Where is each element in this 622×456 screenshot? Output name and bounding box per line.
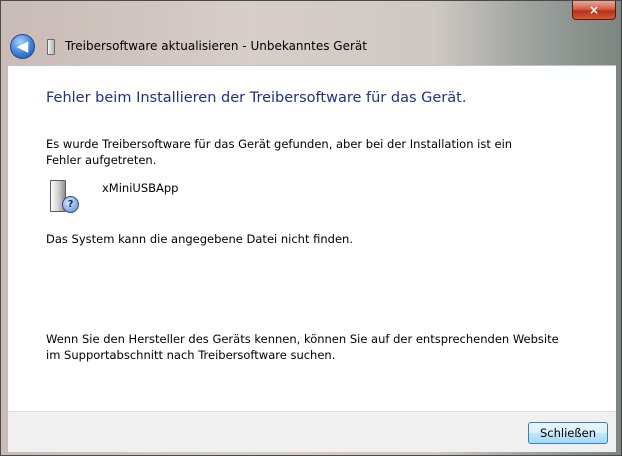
error-message: Es wurde Treibersoftware für das Gerät g…: [46, 137, 513, 167]
unknown-device-icon: ?: [46, 179, 79, 213]
title-bar: ×: [1, 1, 621, 27]
close-button[interactable]: Schließen: [528, 422, 608, 444]
page-heading: Fehler beim Installieren der Treibersoft…: [46, 90, 467, 106]
button-footer: Schließen: [8, 411, 616, 452]
window-close-button[interactable]: ×: [572, 1, 616, 20]
usb-device-icon: [47, 39, 55, 55]
back-arrow-icon: ◀: [16, 37, 29, 55]
close-icon: ×: [588, 3, 600, 17]
error-detail: Das System kann die angegebene Datei nic…: [46, 232, 353, 246]
navigation-bar: ◀ Treibersoftware aktualisieren - Unbeka…: [1, 29, 621, 63]
back-button[interactable]: ◀: [10, 34, 35, 59]
content-panel: Fehler beim Installieren der Treibersoft…: [8, 65, 616, 412]
manufacturer-hint: Wenn Sie den Hersteller des Geräts kenne…: [46, 332, 559, 362]
wizard-title: Treibersoftware aktualisieren - Unbekann…: [65, 39, 367, 53]
device-name: xMiniUSBApp: [102, 181, 179, 195]
dialog-window: × ◀ Treibersoftware aktualisieren - Unbe…: [0, 0, 622, 456]
question-mark-icon: ?: [62, 196, 79, 213]
